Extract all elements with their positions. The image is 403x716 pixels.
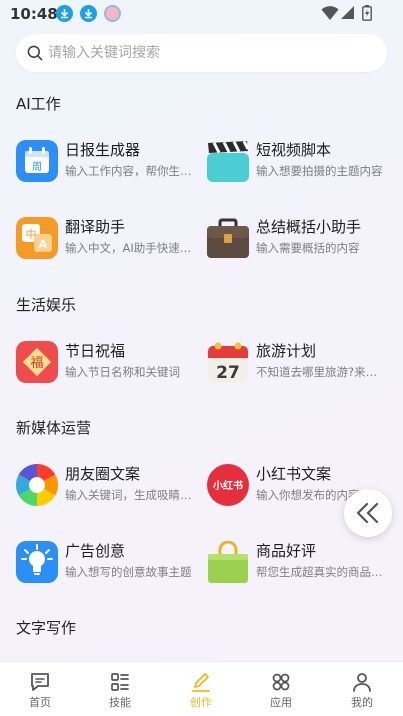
card-desc: 输入节日名称和关键词: [65, 365, 180, 379]
card-title: 节日祝福: [65, 342, 126, 360]
search-box[interactable]: [16, 34, 387, 72]
card-daily-report[interactable]: 周 日报生成器 输入工作内容，帮你生成日报: [16, 138, 196, 186]
shopping-bag-icon: [208, 541, 248, 583]
card-title: 广告创意: [65, 542, 126, 560]
calendar-27-icon: 27: [208, 342, 248, 383]
briefcase-icon: [207, 218, 249, 258]
translate-icon-en: A: [39, 238, 48, 251]
section-title-ai-work: AI工作: [16, 95, 61, 113]
card-summary[interactable]: 总结概括小助手 输入需要概括的内容: [207, 215, 387, 263]
search-input[interactable]: [48, 34, 368, 72]
tab-apps[interactable]: 应用: [241, 662, 321, 716]
section-title-writing: 文字写作: [16, 619, 77, 637]
tab-label: 我的: [351, 696, 373, 709]
collapse-button[interactable]: [344, 489, 392, 537]
apps-icon: [272, 673, 290, 691]
card-desc: 输入需要概括的内容: [256, 241, 360, 255]
tab-home[interactable]: 首页: [0, 662, 80, 716]
double-chevron-left-icon: [356, 502, 379, 524]
tab-create[interactable]: 创作: [161, 662, 241, 716]
card-title: 总结概括小助手: [256, 218, 362, 236]
calendar-day: 27: [216, 363, 240, 383]
wifi-icon: [321, 6, 339, 20]
card-title: 翻译助手: [65, 218, 126, 236]
card-desc: 帮您生成超真实的商品好评: [256, 565, 384, 579]
aperture-icon: [16, 464, 58, 506]
bottom-tab-bar: 首页 技能 创作 应用 我的: [0, 661, 403, 716]
card-desc: 输入中文，AI助手快速翻译: [65, 241, 193, 255]
card-translate[interactable]: 中 A 翻译助手 输入中文，AI助手快速翻译: [16, 215, 196, 263]
tab-label: 创作: [190, 696, 212, 709]
tab-mine[interactable]: 我的: [322, 662, 402, 716]
download-icon: [56, 5, 73, 22]
status-time: 10:48: [10, 5, 58, 23]
card-title: 短视频脚本: [256, 141, 332, 159]
battery-icon: [362, 5, 372, 21]
card-video-script[interactable]: 短视频脚本 输入想要拍摄的主题内容: [207, 138, 387, 186]
pencil-icon: [192, 673, 210, 692]
card-moments-copy[interactable]: 朋友圈文案 输入关键词，生成吸睛文案: [16, 462, 196, 510]
card-desc: 输入想写的创意故事主题: [65, 565, 192, 579]
tab-label: 首页: [29, 696, 51, 709]
card-desc: 不知道去哪里旅游?来问我: [256, 365, 384, 379]
card-desc: 输入关键词，生成吸睛文案: [65, 488, 193, 502]
skills-icon: [111, 673, 129, 691]
tab-skills[interactable]: 技能: [80, 662, 160, 716]
card-desc: 输入工作内容，帮你生成日报: [65, 164, 193, 178]
card-title: 小红书文案: [256, 465, 332, 483]
search-icon: [27, 45, 43, 61]
card-title: 朋友圈文案: [65, 465, 141, 483]
blessing-icon: 福: [16, 341, 58, 383]
download-icon: [80, 5, 97, 22]
section-title-life: 生活娱乐: [16, 296, 77, 314]
tab-label: 技能: [109, 696, 131, 709]
clapperboard-icon: [207, 140, 249, 182]
card-title: 日报生成器: [65, 141, 141, 159]
tab-label: 应用: [270, 696, 292, 709]
user-icon: [353, 673, 371, 692]
xiaohongshu-icon: 小红书: [207, 464, 249, 506]
card-product-review[interactable]: 商品好评 帮您生成超真实的商品好评: [207, 539, 387, 587]
card-title: 旅游计划: [256, 342, 317, 360]
card-festival-blessing[interactable]: 福 节日祝福 输入节日名称和关键词: [16, 339, 196, 387]
translate-icon-cn: 中: [26, 228, 37, 241]
translate-icon: 中 A: [16, 217, 58, 259]
section-title-new-media: 新媒体运营: [16, 419, 92, 437]
calendar-icon-char: 周: [32, 161, 42, 173]
calendar-icon: 周: [16, 140, 58, 182]
blessing-char: 福: [30, 356, 43, 371]
lightbulb-icon: [16, 541, 58, 583]
xiaohongshu-logo-text: 小红书: [212, 479, 243, 492]
card-desc: 输入想要拍摄的主题内容: [256, 164, 383, 178]
status-bar: 10:48: [0, 0, 403, 28]
card-title: 商品好评: [256, 542, 317, 560]
card-travel-plan[interactable]: 27 旅游计划 不知道去哪里旅游?来问我: [207, 339, 387, 387]
signal-icon: [341, 6, 354, 19]
app-notification-icon: [104, 5, 121, 22]
card-ad-creative[interactable]: 广告创意 输入想写的创意故事主题: [16, 539, 196, 587]
message-icon: [31, 673, 49, 691]
